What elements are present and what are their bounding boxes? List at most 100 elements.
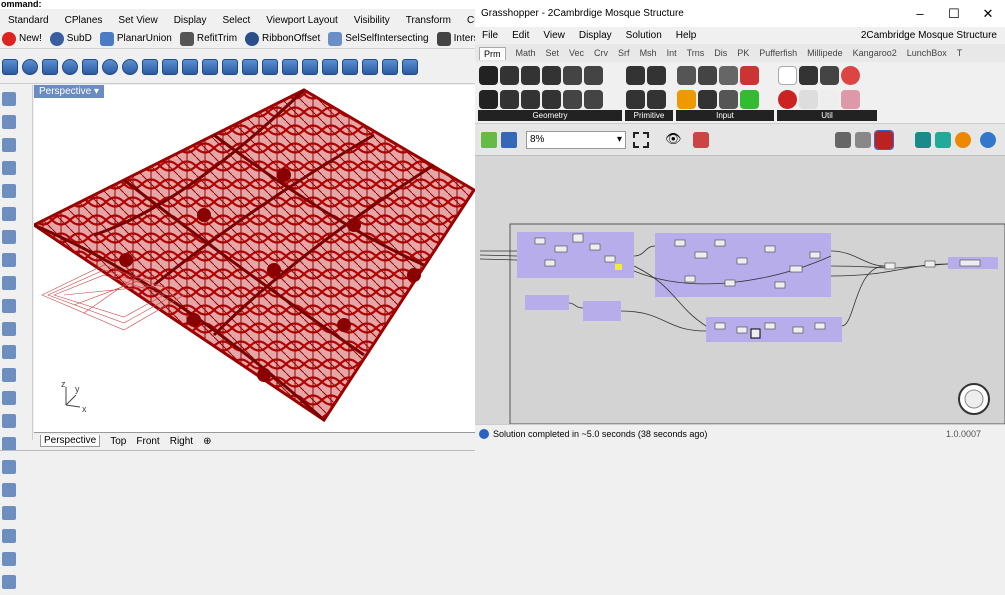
geometry-param-icon[interactable]: [563, 90, 582, 109]
circle-tool-icon[interactable]: [2, 184, 16, 198]
tab-right[interactable]: Right: [170, 436, 193, 447]
tab-select[interactable]: Select: [215, 13, 259, 29]
transform-tool-icon[interactable]: [2, 391, 16, 405]
tab-srf[interactable]: Srf: [618, 48, 630, 58]
slider-icon[interactable]: [719, 90, 738, 109]
surface-tool-icon[interactable]: [2, 276, 16, 290]
toggle-icon[interactable]: [698, 66, 717, 85]
ribbon-offset-button[interactable]: RibbonOffset: [245, 31, 320, 46]
tab-transform[interactable]: Transform: [398, 13, 459, 29]
tab-crv[interactable]: Crv: [594, 48, 608, 58]
arc-param-icon[interactable]: [521, 66, 540, 85]
arc-tool-icon[interactable]: [2, 207, 16, 221]
join-icon[interactable]: [402, 58, 418, 75]
boolean-param-icon[interactable]: [626, 66, 645, 85]
point-tool-icon[interactable]: [2, 92, 16, 106]
box-param-icon[interactable]: [542, 66, 561, 85]
tab-lunchbox[interactable]: LunchBox: [907, 48, 947, 58]
boolean-int-icon[interactable]: [362, 58, 378, 75]
matrix-icon[interactable]: [740, 90, 759, 109]
navigation-compass[interactable]: [958, 383, 990, 415]
tab-perspective[interactable]: Perspective: [40, 435, 101, 447]
group-param-icon[interactable]: [584, 90, 603, 109]
viewport-title[interactable]: Perspective ▾: [34, 85, 105, 98]
cylinder-tool-icon[interactable]: [22, 58, 38, 75]
tab-msh[interactable]: Msh: [640, 48, 657, 58]
line-tool-icon[interactable]: [2, 115, 16, 129]
menu-file[interactable]: File: [475, 30, 505, 41]
shaded-preview-icon[interactable]: [874, 130, 894, 150]
line-param-icon[interactable]: [500, 90, 519, 109]
display-globe-icon[interactable]: [980, 132, 996, 148]
plane-param-icon[interactable]: [521, 90, 540, 109]
cone-tool-icon[interactable]: [42, 58, 58, 75]
command-line[interactable]: ommand:: [0, 0, 475, 9]
graph-mapper-icon[interactable]: [677, 90, 696, 109]
tab-set[interactable]: Set: [546, 48, 560, 58]
scribble-icon[interactable]: [778, 66, 797, 85]
tab-kangaroo2[interactable]: Kangaroo2: [853, 48, 897, 58]
planar-union-button[interactable]: PlanarUnion: [99, 31, 172, 46]
integer-param-icon[interactable]: [647, 66, 666, 85]
menu-display[interactable]: Display: [572, 30, 619, 41]
menu-view[interactable]: View: [536, 30, 572, 41]
perspective-viewport[interactable]: z y x: [34, 85, 475, 432]
split-tool-icon[interactable]: [2, 575, 16, 589]
tab-cplanes[interactable]: CPlanes: [57, 13, 111, 29]
text-tool-icon[interactable]: [2, 345, 16, 359]
tab-viewport-layout[interactable]: Viewport Layout: [258, 13, 346, 29]
sel-self-intersecting-button[interactable]: SelSelfIntersecting: [328, 31, 429, 46]
subd-button[interactable]: SubD: [49, 31, 92, 46]
network-tool-icon[interactable]: [262, 58, 278, 75]
add-viewport-icon[interactable]: ⊕: [203, 436, 211, 447]
edge-tool-icon[interactable]: [282, 58, 298, 75]
gh-canvas[interactable]: [475, 156, 1005, 424]
mirror-tool-icon[interactable]: [2, 506, 16, 520]
box-tool-icon[interactable]: [2, 58, 18, 75]
panel-node[interactable]: [615, 264, 622, 270]
panel-icon[interactable]: [677, 66, 696, 85]
scale-tool-icon[interactable]: [2, 483, 16, 497]
component-group[interactable]: [525, 295, 569, 310]
polyline-tool-icon[interactable]: [2, 138, 16, 152]
tab-millipede[interactable]: Millipede: [807, 48, 843, 58]
menu-solution[interactable]: Solution: [619, 30, 669, 41]
value-list-icon[interactable]: [719, 66, 738, 85]
tab-trns[interactable]: Trns: [687, 48, 705, 58]
trim-tool-icon[interactable]: [2, 552, 16, 566]
button-icon[interactable]: [698, 90, 717, 109]
tab-display[interactable]: Display: [166, 13, 215, 29]
mesh-tool-icon[interactable]: [2, 322, 16, 336]
curve-tool-icon[interactable]: [2, 161, 16, 175]
tab-set-view[interactable]: Set View: [110, 13, 165, 29]
extrude-tool-icon[interactable]: [162, 58, 178, 75]
save-icon[interactable]: [501, 132, 517, 148]
surface-param-icon[interactable]: [542, 90, 561, 109]
tab-standard[interactable]: Standard: [0, 13, 57, 29]
revolve-tool-icon[interactable]: [222, 58, 238, 75]
sketch-icon[interactable]: [693, 132, 709, 148]
tab-pufferfish[interactable]: Pufferfish: [759, 48, 797, 58]
maximize-button[interactable]: ☐: [937, 0, 971, 27]
explode-icon[interactable]: [382, 58, 398, 75]
boolean-union-icon[interactable]: [322, 58, 338, 75]
fitness-icon[interactable]: [799, 90, 818, 109]
circle-param-icon[interactable]: [500, 66, 519, 85]
ellipsoid-tool-icon[interactable]: [102, 58, 118, 75]
tab-vec[interactable]: Vec: [569, 48, 584, 58]
wireframe-icon[interactable]: [855, 132, 871, 148]
torus-tool-icon[interactable]: [122, 58, 138, 75]
tab-front[interactable]: Front: [136, 436, 159, 447]
tab-pk[interactable]: PK: [737, 48, 749, 58]
tab-dis[interactable]: Dis: [714, 48, 727, 58]
tab-prm[interactable]: Prm: [479, 46, 506, 60]
preview-eye-icon[interactable]: 👁: [665, 131, 682, 147]
copy-tool-icon[interactable]: [2, 437, 16, 451]
array-tool-icon[interactable]: [2, 529, 16, 543]
menu-edit[interactable]: Edit: [505, 30, 536, 41]
flask-icon[interactable]: [841, 90, 860, 109]
cap-tool-icon[interactable]: [302, 58, 318, 75]
zoom-select[interactable]: 8% ▾: [526, 131, 626, 149]
sweep-tool-icon[interactable]: [202, 58, 218, 75]
bake-icon[interactable]: [935, 132, 951, 148]
